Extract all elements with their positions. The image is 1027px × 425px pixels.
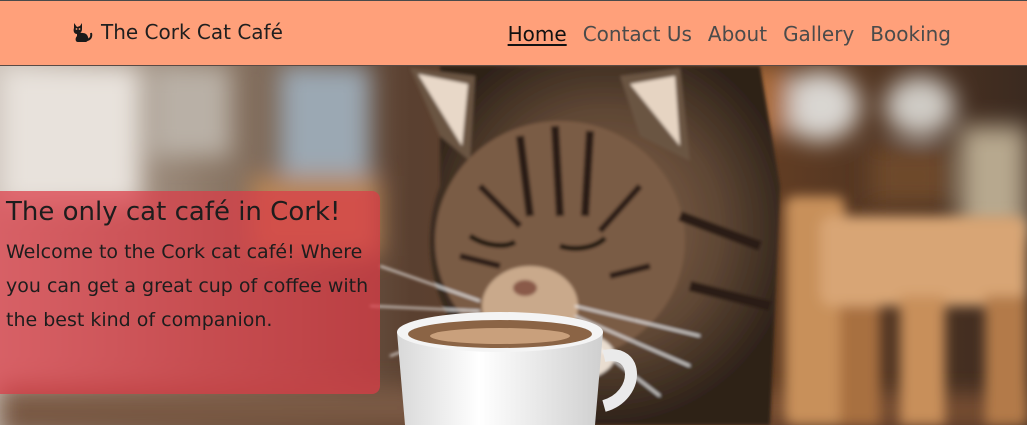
hero-text: Welcome to the Cork cat café! Where you … <box>6 241 369 331</box>
nav-gallery[interactable]: Gallery <box>783 20 854 48</box>
nav-home[interactable]: Home <box>508 20 567 48</box>
cat-icon <box>73 23 93 42</box>
nav-about[interactable]: About <box>708 20 767 48</box>
brand-name: The Cork Cat Café <box>101 20 283 44</box>
navbar: The Cork Cat Café Home Contact Us About … <box>0 0 1027 66</box>
nav-contact-us[interactable]: Contact Us <box>583 20 692 48</box>
hero-caption: The only cat café in Cork! Welcome to th… <box>0 191 380 394</box>
hero-title: The only cat café in Cork! <box>6 197 341 227</box>
main-nav: Home Contact Us About Gallery Booking <box>492 20 951 48</box>
nav-booking[interactable]: Booking <box>870 20 951 48</box>
hero-section: The only cat café in Cork! Welcome to th… <box>0 66 1027 425</box>
brand-link[interactable]: The Cork Cat Café <box>71 20 283 44</box>
